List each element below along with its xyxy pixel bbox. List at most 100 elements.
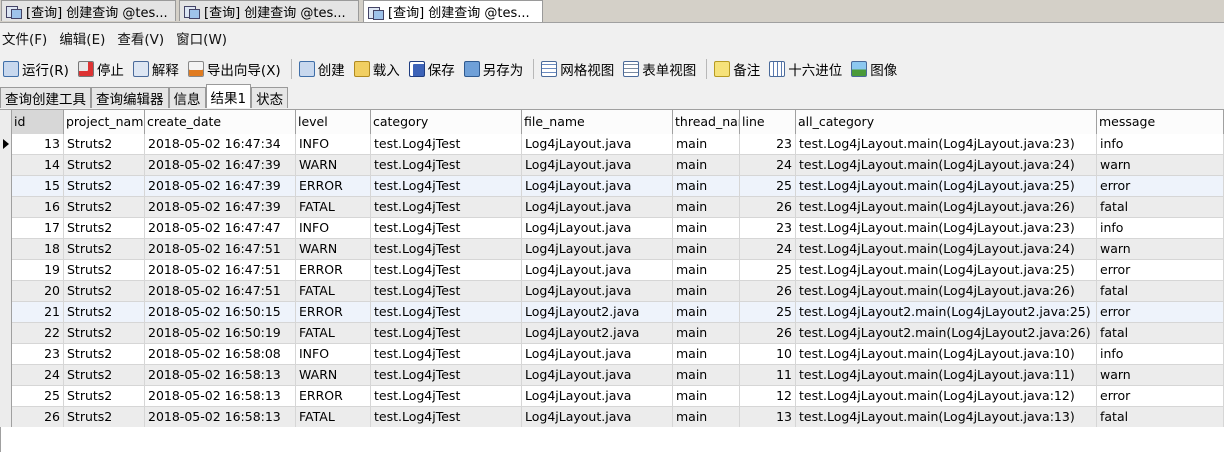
cell-id[interactable]: 19 bbox=[12, 260, 64, 281]
cell-line[interactable]: 24 bbox=[740, 239, 796, 260]
row-indicator[interactable] bbox=[0, 155, 12, 176]
cell-id[interactable]: 18 bbox=[12, 239, 64, 260]
image-button[interactable]: 图像 bbox=[851, 59, 897, 79]
cell-message[interactable]: error bbox=[1097, 260, 1224, 281]
cell-create-date[interactable]: 2018-05-02 16:50:19 bbox=[145, 323, 296, 344]
explain-button[interactable]: 解释 bbox=[132, 59, 179, 79]
cell-level[interactable]: FATAL bbox=[296, 407, 371, 428]
cell-level[interactable]: INFO bbox=[296, 344, 371, 365]
stop-button[interactable]: 停止 bbox=[77, 59, 124, 79]
cell-id[interactable]: 14 bbox=[12, 155, 64, 176]
cell-category[interactable]: test.Log4jTest bbox=[371, 197, 522, 218]
row-indicator[interactable] bbox=[0, 176, 12, 197]
column-header-create-date[interactable]: create_date bbox=[145, 110, 296, 134]
row-indicator[interactable] bbox=[0, 323, 12, 344]
cell-file-name[interactable]: Log4jLayout.java bbox=[522, 134, 673, 155]
menu-edit[interactable]: 编辑(E) bbox=[59, 28, 105, 48]
cell-project-name[interactable]: Struts2 bbox=[64, 344, 145, 365]
cell-all-category[interactable]: test.Log4jLayout.main(Log4jLayout.java:2… bbox=[796, 155, 1097, 176]
table-row[interactable]: 21 Struts2 2018-05-02 16:50:15 ERROR test.Lo… bbox=[0, 302, 1224, 323]
cell-level[interactable]: FATAL bbox=[296, 281, 371, 302]
cell-thread-name[interactable]: main bbox=[673, 218, 740, 239]
cell-thread-name[interactable]: main bbox=[673, 134, 740, 155]
cell-category[interactable]: test.Log4jTest bbox=[371, 218, 522, 239]
cell-create-date[interactable]: 2018-05-02 16:47:39 bbox=[145, 155, 296, 176]
cell-message[interactable]: info bbox=[1097, 344, 1224, 365]
cell-id[interactable]: 16 bbox=[12, 197, 64, 218]
cell-project-name[interactable]: Struts2 bbox=[64, 176, 145, 197]
cell-level[interactable]: WARN bbox=[296, 239, 371, 260]
cell-project-name[interactable]: Struts2 bbox=[64, 134, 145, 155]
cell-message[interactable]: warn bbox=[1097, 239, 1224, 260]
cell-category[interactable]: test.Log4jTest bbox=[371, 260, 522, 281]
cell-file-name[interactable]: Log4jLayout.java bbox=[522, 218, 673, 239]
cell-thread-name[interactable]: main bbox=[673, 155, 740, 176]
tab-query-builder[interactable]: 查询创建工具 bbox=[0, 87, 91, 108]
result-grid[interactable]: id project_name create_date level category fi… bbox=[0, 109, 1224, 428]
cell-id[interactable]: 25 bbox=[12, 386, 64, 407]
cell-file-name[interactable]: Log4jLayout2.java bbox=[522, 323, 673, 344]
cell-file-name[interactable]: Log4jLayout.java bbox=[522, 239, 673, 260]
cell-line[interactable]: 25 bbox=[740, 260, 796, 281]
row-indicator[interactable] bbox=[0, 197, 12, 218]
cell-all-category[interactable]: test.Log4jLayout.main(Log4jLayout.java:1… bbox=[796, 407, 1097, 428]
cell-all-category[interactable]: test.Log4jLayout.main(Log4jLayout.java:2… bbox=[796, 197, 1097, 218]
cell-project-name[interactable]: Struts2 bbox=[64, 155, 145, 176]
cell-line[interactable]: 26 bbox=[740, 323, 796, 344]
cell-create-date[interactable]: 2018-05-02 16:47:47 bbox=[145, 218, 296, 239]
column-header-all-category[interactable]: all_category bbox=[796, 110, 1097, 134]
cell-message[interactable]: info bbox=[1097, 134, 1224, 155]
cell-message[interactable]: error bbox=[1097, 302, 1224, 323]
cell-id[interactable]: 17 bbox=[12, 218, 64, 239]
cell-create-date[interactable]: 2018-05-02 16:58:08 bbox=[145, 344, 296, 365]
row-indicator[interactable] bbox=[0, 281, 12, 302]
memo-button[interactable]: 备注 bbox=[714, 59, 760, 79]
cell-all-category[interactable]: test.Log4jLayout.main(Log4jLayout.java:1… bbox=[796, 365, 1097, 386]
cell-category[interactable]: test.Log4jTest bbox=[371, 239, 522, 260]
cell-project-name[interactable]: Struts2 bbox=[64, 281, 145, 302]
cell-line[interactable]: 12 bbox=[740, 386, 796, 407]
cell-message[interactable]: warn bbox=[1097, 365, 1224, 386]
cell-file-name[interactable]: Log4jLayout.java bbox=[522, 260, 673, 281]
column-header-file-name[interactable]: file_name bbox=[522, 110, 673, 134]
cell-all-category[interactable]: test.Log4jLayout.main(Log4jLayout.java:2… bbox=[796, 134, 1097, 155]
save-button[interactable]: 保存 bbox=[408, 59, 455, 79]
doc-tab-query-2[interactable]: [查询] 创建查询 @tes... bbox=[179, 0, 359, 21]
column-header-message[interactable]: message bbox=[1097, 110, 1224, 134]
cell-line[interactable]: 23 bbox=[740, 134, 796, 155]
cell-all-category[interactable]: test.Log4jLayout.main(Log4jLayout.java:2… bbox=[796, 218, 1097, 239]
column-header-id[interactable]: id bbox=[12, 110, 64, 134]
cell-file-name[interactable]: Log4jLayout.java bbox=[522, 197, 673, 218]
row-indicator[interactable] bbox=[0, 239, 12, 260]
cell-level[interactable]: FATAL bbox=[296, 197, 371, 218]
cell-category[interactable]: test.Log4jTest bbox=[371, 323, 522, 344]
save-as-button[interactable]: 另存为 bbox=[463, 59, 523, 79]
table-row[interactable]: 13 Struts2 2018-05-02 16:47:34 INFO test.Log… bbox=[0, 134, 1224, 155]
cell-file-name[interactable]: Log4jLayout.java bbox=[522, 386, 673, 407]
cell-line[interactable]: 26 bbox=[740, 197, 796, 218]
cell-line[interactable]: 11 bbox=[740, 365, 796, 386]
cell-project-name[interactable]: Struts2 bbox=[64, 239, 145, 260]
cell-category[interactable]: test.Log4jTest bbox=[371, 407, 522, 428]
row-indicator[interactable] bbox=[0, 218, 12, 239]
column-header-project-name[interactable]: project_name bbox=[64, 110, 145, 134]
table-row[interactable]: 22 Struts2 2018-05-02 16:50:19 FATAL test.Lo… bbox=[0, 323, 1224, 344]
cell-project-name[interactable]: Struts2 bbox=[64, 218, 145, 239]
cell-create-date[interactable]: 2018-05-02 16:47:51 bbox=[145, 260, 296, 281]
cell-level[interactable]: ERROR bbox=[296, 176, 371, 197]
table-row[interactable]: 20 Struts2 2018-05-02 16:47:51 FATAL test.Lo… bbox=[0, 281, 1224, 302]
table-row[interactable]: 24 Struts2 2018-05-02 16:58:13 WARN test.Log… bbox=[0, 365, 1224, 386]
cell-create-date[interactable]: 2018-05-02 16:58:13 bbox=[145, 386, 296, 407]
cell-line[interactable]: 26 bbox=[740, 281, 796, 302]
cell-message[interactable]: error bbox=[1097, 386, 1224, 407]
menu-file[interactable]: 文件(F) bbox=[2, 28, 47, 48]
cell-thread-name[interactable]: main bbox=[673, 407, 740, 428]
create-button[interactable]: 创建 bbox=[298, 59, 345, 79]
cell-category[interactable]: test.Log4jTest bbox=[371, 344, 522, 365]
table-row[interactable]: 23 Struts2 2018-05-02 16:58:08 INFO test.Log… bbox=[0, 344, 1224, 365]
cell-category[interactable]: test.Log4jTest bbox=[371, 134, 522, 155]
cell-message[interactable]: fatal bbox=[1097, 323, 1224, 344]
grid-view-button[interactable]: 网格视图 bbox=[541, 59, 614, 79]
cell-category[interactable]: test.Log4jTest bbox=[371, 365, 522, 386]
cell-file-name[interactable]: Log4jLayout.java bbox=[522, 407, 673, 428]
